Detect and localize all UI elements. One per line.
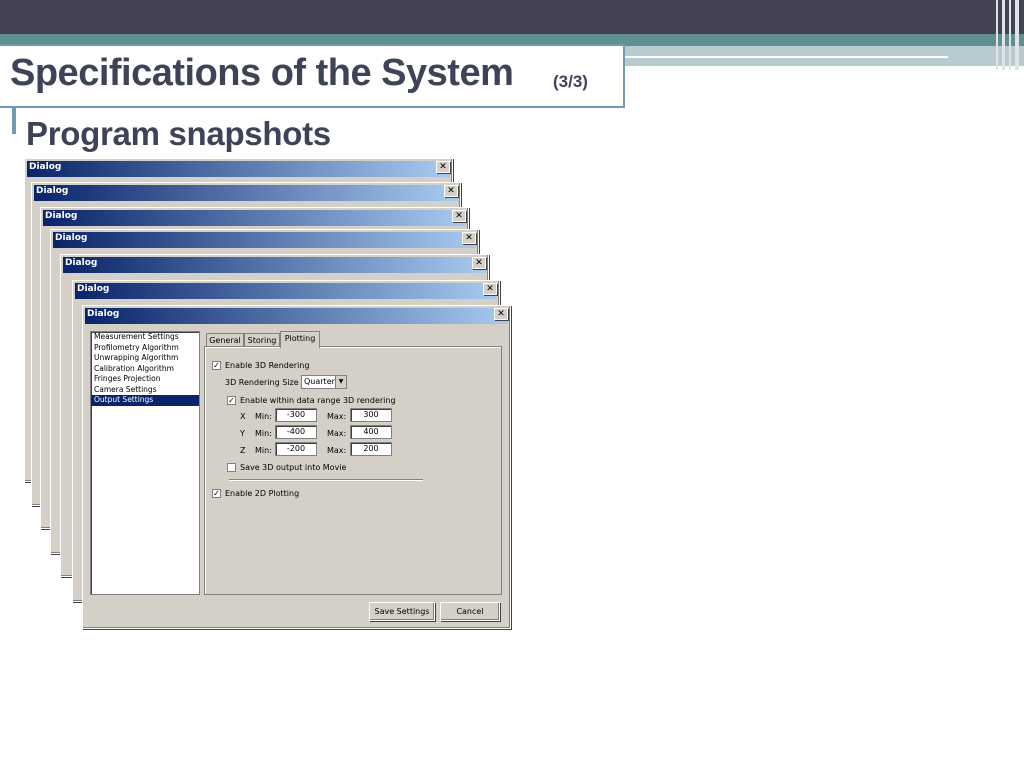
dialog-title: Dialog	[65, 258, 98, 268]
close-icon[interactable]: ✕	[462, 232, 476, 244]
subtitle-bracket	[12, 108, 16, 134]
y-max-input[interactable]: 400	[350, 425, 392, 439]
x-min-label: Min:	[255, 412, 272, 421]
dialog-titlebar: Dialog	[85, 308, 508, 324]
x-max-input[interactable]: 300	[350, 408, 392, 422]
list-item[interactable]: Unwrapping Algorithm	[91, 353, 199, 364]
x-axis-label: X	[240, 412, 246, 421]
x-min-input[interactable]: -300	[275, 408, 317, 422]
y-max-label: Max:	[327, 429, 347, 438]
list-item[interactable]: Profilometry Algorithm	[91, 343, 199, 354]
rendering-size-label: 3D Rendering Size	[225, 378, 299, 387]
list-item[interactable]: Camera Settings	[91, 385, 199, 396]
save-settings-button[interactable]: Save Settings	[369, 602, 435, 621]
slide-rule	[600, 56, 948, 58]
save-movie-checkbox[interactable]	[227, 463, 236, 472]
save-movie-label: Save 3D output into Movie	[240, 463, 347, 472]
enable-3d-label: Enable 3D Rendering	[225, 361, 310, 370]
tab-plotting[interactable]: Plotting	[280, 331, 320, 348]
settings-list[interactable]: Measurement Settings Profilometry Algori…	[90, 331, 200, 595]
enable-range-label: Enable within data range 3D rendering	[240, 396, 396, 405]
cancel-button[interactable]: Cancel	[440, 602, 500, 621]
enable-3d-checkbox[interactable]: ✓	[212, 361, 221, 370]
dialog-titlebar: Dialog	[53, 232, 476, 248]
rendering-size-value: Quarter	[304, 377, 335, 386]
close-icon[interactable]: ✕	[472, 257, 486, 269]
dialog-titlebar: Dialog	[34, 185, 458, 201]
close-icon[interactable]: ✕	[444, 185, 458, 197]
close-icon[interactable]: ✕	[494, 308, 508, 320]
y-min-input[interactable]: -400	[275, 425, 317, 439]
list-item[interactable]: Calibration Algorithm	[91, 364, 199, 375]
dialog-titlebar: Dialog	[63, 257, 486, 273]
z-min-input[interactable]: -200	[275, 442, 317, 456]
x-max-label: Max:	[327, 412, 347, 421]
z-max-label: Max:	[327, 446, 347, 455]
rendering-size-select[interactable]: Quarter ▼	[301, 375, 347, 389]
slide-top-band	[0, 0, 1024, 34]
z-max-input[interactable]: 200	[350, 442, 392, 456]
dialog-titlebar: Dialog	[27, 161, 450, 177]
slide-title: Specifications of the System	[10, 52, 514, 94]
enable-2d-label: Enable 2D Plotting	[225, 489, 300, 498]
z-min-label: Min:	[255, 446, 272, 455]
chevron-down-icon[interactable]: ▼	[335, 376, 346, 388]
dialog-title: Dialog	[36, 186, 69, 196]
y-min-label: Min:	[255, 429, 272, 438]
y-axis-label: Y	[240, 429, 245, 438]
list-item[interactable]: Measurement Settings	[91, 332, 199, 343]
slide-subtitle: Program snapshots	[26, 115, 331, 152]
slide-title-suffix: (3/3)	[553, 72, 588, 91]
dialog-title: Dialog	[77, 284, 110, 294]
enable-2d-checkbox[interactable]: ✓	[212, 489, 221, 498]
list-item[interactable]: Fringes Projection	[91, 374, 199, 385]
dialog-title: Dialog	[29, 162, 62, 172]
slide-decor-lines	[992, 0, 1024, 70]
close-icon[interactable]: ✕	[452, 210, 466, 222]
enable-range-checkbox[interactable]: ✓	[227, 396, 236, 405]
dialog-window-front: Dialog ✕ Measurement Settings Profilomet…	[82, 305, 511, 629]
close-icon[interactable]: ✕	[483, 283, 497, 295]
dialog-title: Dialog	[55, 233, 88, 243]
dialog-titlebar: Dialog	[43, 210, 466, 226]
dialog-title: Dialog	[87, 309, 120, 319]
close-icon[interactable]: ✕	[436, 161, 450, 173]
list-item-selected[interactable]: Output Settings	[91, 395, 199, 406]
z-axis-label: Z	[240, 446, 246, 455]
dialog-title: Dialog	[45, 211, 78, 221]
dialog-titlebar: Dialog	[75, 283, 497, 299]
panel-divider	[229, 479, 423, 481]
